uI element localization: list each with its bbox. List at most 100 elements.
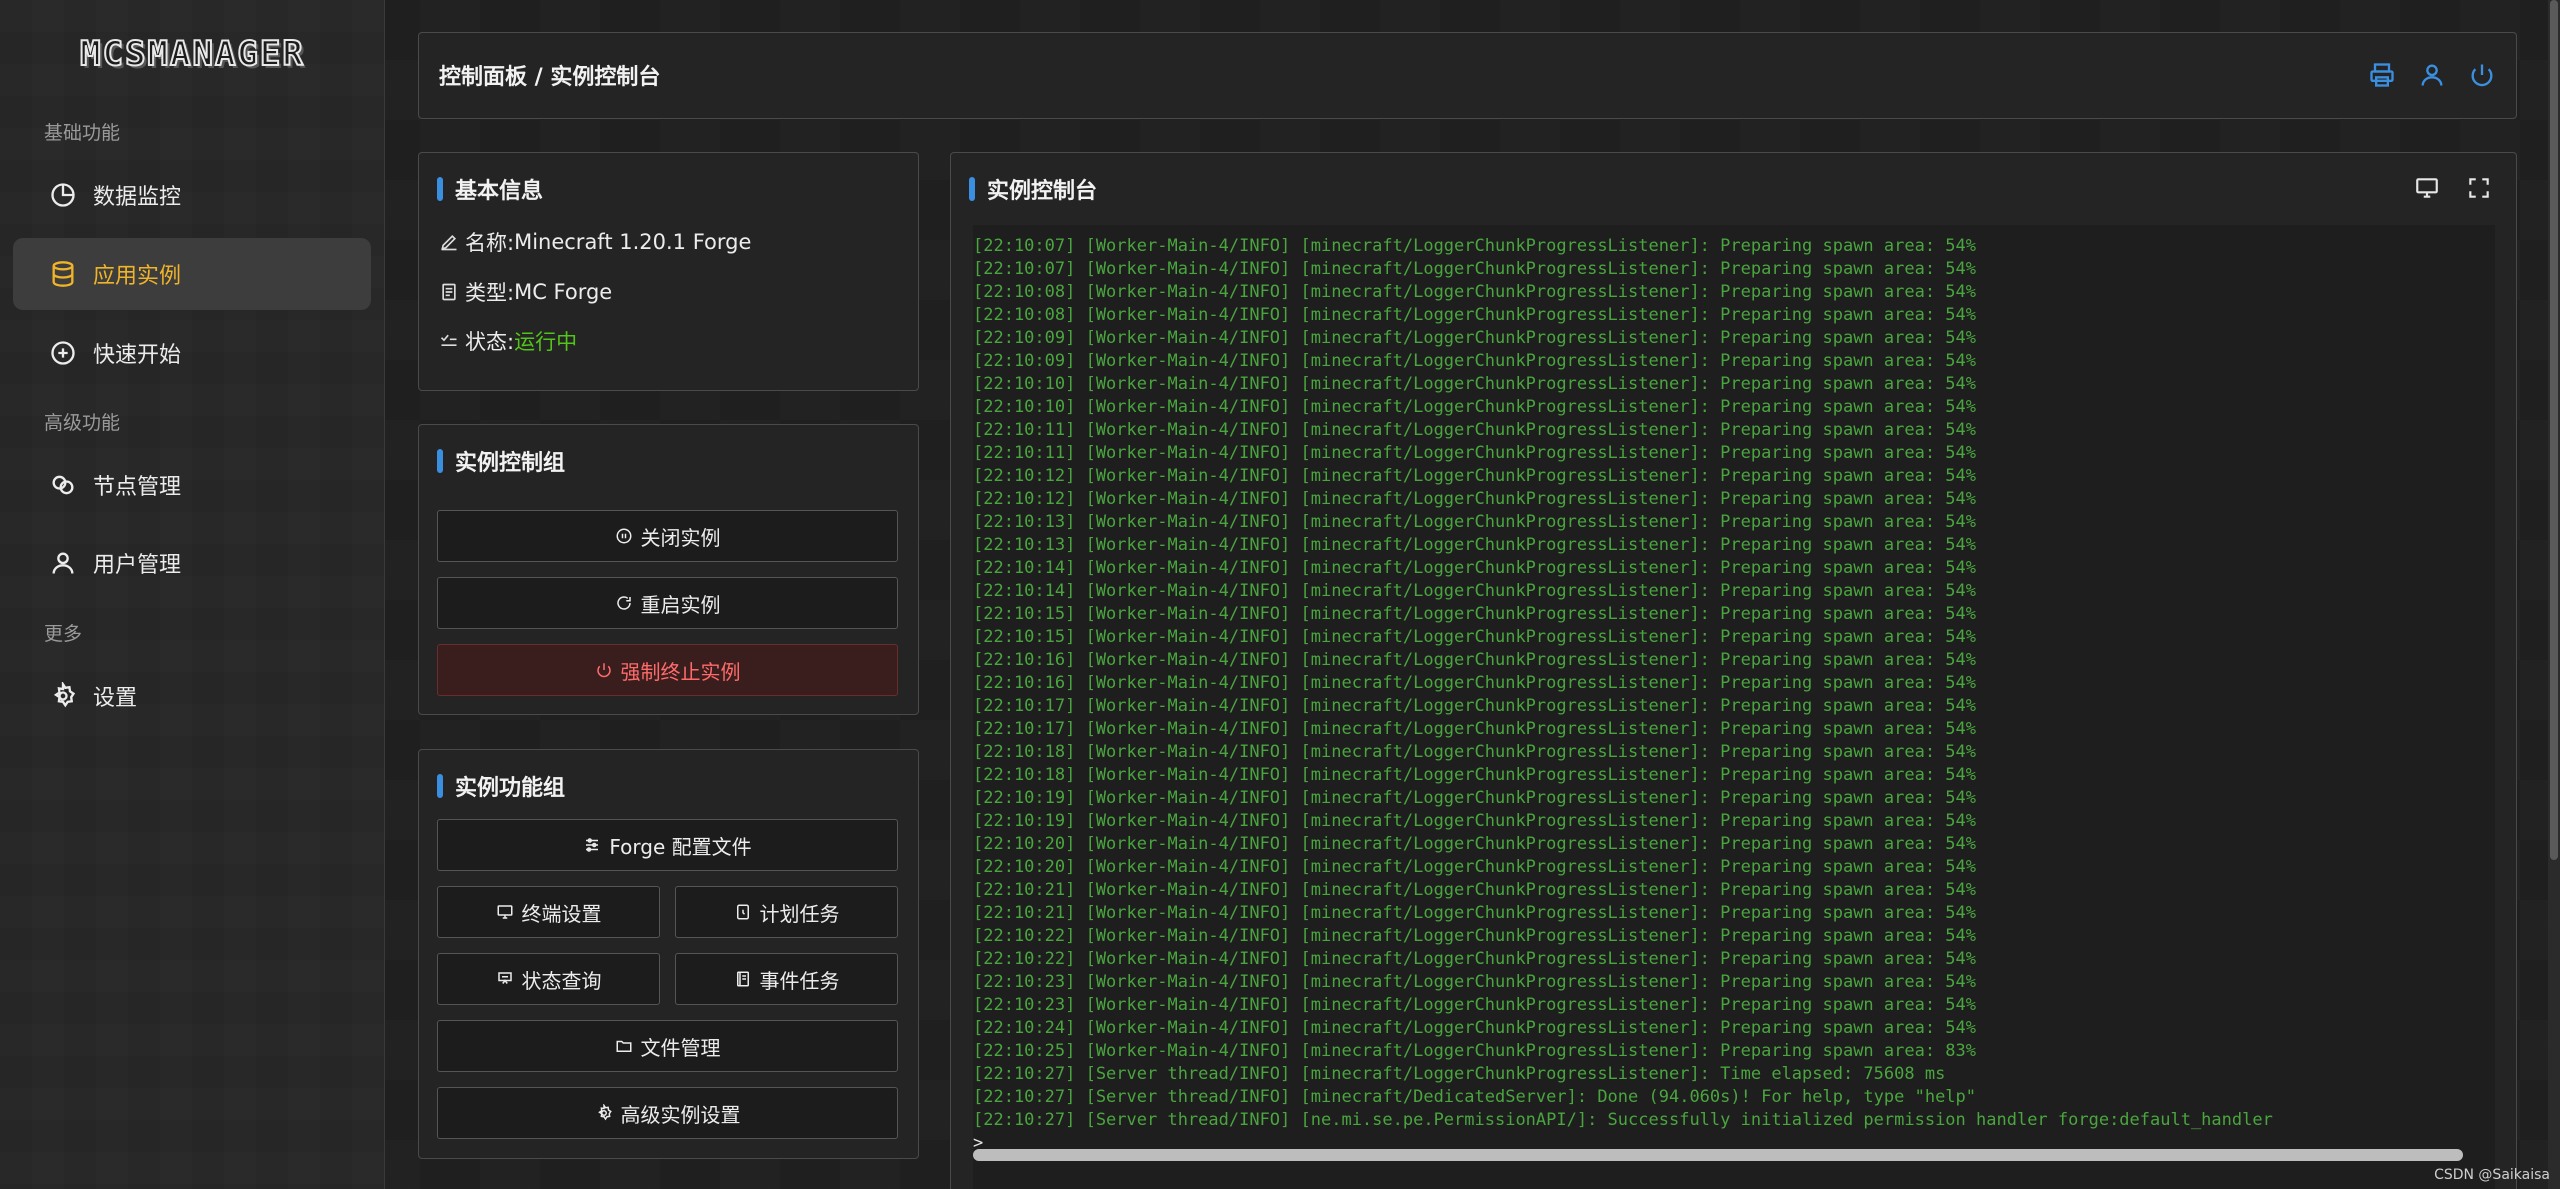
log-line: [22:10:12] [Worker-Main-4/INFO] [minecra… (973, 489, 1977, 509)
log-line: [22:10:27] [Server thread/INFO] [minecra… (973, 1064, 1946, 1084)
info-name-label: 名称: (465, 231, 515, 255)
console-card-title: 实例控制台 (969, 173, 1097, 205)
log-line: [22:10:11] [Worker-Main-4/INFO] [minecra… (973, 420, 1977, 440)
checklist-icon (440, 334, 457, 346)
info-name-value: Minecraft 1.20.1 Forge (514, 230, 752, 254)
log-line: [22:10:15] [Worker-Main-4/INFO] [minecra… (973, 627, 1977, 647)
forge-config-label: Forge 配置文件 (609, 834, 752, 859)
document-icon (442, 283, 456, 301)
status-badge: 运行中 (514, 330, 578, 354)
sidebar-item-label: 应用实例 (93, 264, 182, 289)
sidebar-item-monitor[interactable]: 数据监控 (13, 159, 371, 231)
nodes-icon (52, 475, 74, 495)
sidebar-item-label: 用户管理 (93, 553, 182, 578)
plus-circle-icon (51, 341, 75, 365)
sidebar-item-settings[interactable]: 设置 (13, 660, 371, 732)
control-card: 实例控制组 关闭实例 重启实例 强制终止实例 (418, 424, 919, 715)
section-basic: 基础功能 (44, 122, 121, 144)
functions-card-title: 实例功能组 (437, 770, 565, 802)
breadcrumb: 控制面板 / 实例控制台 (439, 65, 661, 90)
log-line: [22:10:18] [Worker-Main-4/INFO] [minecra… (973, 742, 1977, 762)
printer-icon[interactable] (2368, 61, 2396, 89)
log-line: [22:10:14] [Worker-Main-4/INFO] [minecra… (973, 581, 1977, 601)
log-line: [22:10:23] [Worker-Main-4/INFO] [minecra… (973, 972, 1977, 992)
log-line: [22:10:11] [Worker-Main-4/INFO] [minecra… (973, 443, 1977, 463)
log-line: [22:10:21] [Worker-Main-4/INFO] [minecra… (973, 880, 1977, 900)
log-line: [22:10:20] [Worker-Main-4/INFO] [minecra… (973, 857, 1977, 877)
log-line: [22:10:10] [Worker-Main-4/INFO] [minecra… (973, 374, 1977, 394)
log-line: [22:10:19] [Worker-Main-4/INFO] [minecra… (973, 811, 1977, 831)
sidebar-item-label: 节点管理 (93, 475, 182, 500)
advanced-settings-button[interactable]: 高级实例设置 (437, 1087, 898, 1139)
kill-instance-button[interactable]: 强制终止实例 (437, 644, 898, 696)
log-line: [22:10:17] [Worker-Main-4/INFO] [minecra… (973, 696, 1977, 716)
database-icon (52, 261, 74, 287)
log-line: [22:10:09] [Worker-Main-4/INFO] [minecra… (973, 328, 1977, 348)
sidebar: MCSMANAGER 基础功能 数据监控 应用实例 快速开始 高级功能 节点管理… (0, 0, 385, 1189)
info-type-label: 类型: (465, 281, 515, 305)
monitor-icon[interactable] (2414, 175, 2440, 205)
scheduled-tasks-button[interactable]: 计划任务 (675, 886, 898, 938)
sliders-icon (586, 838, 599, 852)
log-line: [22:10:27] [Server thread/INFO] [minecra… (973, 1087, 1977, 1107)
sidebar-item-label: 快速开始 (93, 343, 182, 368)
event-tasks-label: 事件任务 (759, 968, 840, 993)
gear-icon (597, 1104, 612, 1121)
scheduled-tasks-label: 计划任务 (759, 901, 840, 926)
sidebar-item-nodes[interactable]: 节点管理 (13, 449, 371, 521)
forge-config-button[interactable]: Forge 配置文件 (437, 819, 898, 871)
folder-icon (616, 1040, 631, 1052)
section-more: 更多 (44, 623, 83, 645)
info-type-value: MC Forge (514, 280, 613, 304)
info-type-row: 类型: MC Forge (439, 277, 612, 307)
log-line: [22:10:12] [Worker-Main-4/INFO] [minecra… (973, 466, 1977, 486)
status-query-button[interactable]: 状态查询 (437, 953, 660, 1005)
stop-instance-button[interactable]: 关闭实例 (437, 510, 898, 562)
log-line: [22:10:15] [Worker-Main-4/INFO] [minecra… (973, 604, 1977, 624)
timer-icon (736, 904, 749, 920)
edit-icon (441, 234, 457, 251)
monitor-icon (497, 905, 512, 919)
log-line: [22:10:22] [Worker-Main-4/INFO] [minecra… (973, 926, 1977, 946)
logo: MCSMANAGER (79, 33, 305, 75)
file-manager-button[interactable]: 文件管理 (437, 1020, 898, 1072)
log-line: [22:10:22] [Worker-Main-4/INFO] [minecra… (973, 949, 1977, 969)
fullscreen-icon[interactable] (2466, 175, 2492, 205)
console-actions (2414, 175, 2492, 205)
user-icon[interactable] (2418, 61, 2446, 89)
sidebar-item-users[interactable]: 用户管理 (13, 527, 371, 599)
power-icon[interactable] (2468, 61, 2496, 89)
log-line: [22:10:13] [Worker-Main-4/INFO] [minecra… (973, 535, 1977, 555)
log-line: [22:10:08] [Worker-Main-4/INFO] [minecra… (973, 305, 1977, 325)
scrollbar-thumb[interactable] (973, 1149, 2463, 1161)
log-line: [22:10:25] [Worker-Main-4/INFO] [minecra… (973, 1041, 1977, 1061)
app-root: MCSMANAGER 基础功能 数据监控 应用实例 快速开始 高级功能 节点管理… (0, 0, 2560, 1189)
sidebar-item-instances[interactable]: 应用实例 (13, 238, 371, 310)
log-line: [22:10:21] [Worker-Main-4/INFO] [minecra… (973, 903, 1977, 923)
log-line: [22:10:23] [Worker-Main-4/INFO] [minecra… (973, 995, 1977, 1015)
book-icon (736, 971, 749, 987)
event-tasks-button[interactable]: 事件任务 (675, 953, 898, 1005)
terminal-settings-button[interactable]: 终端设置 (437, 886, 660, 938)
page-scrollbar-thumb[interactable] (2550, 0, 2558, 860)
console-horizontal-scrollbar[interactable] (973, 1149, 2463, 1161)
console-output[interactable]: [22:10:07] [Worker-Main-4/INFO] [minecra… (973, 225, 2495, 1189)
log-line: [22:10:16] [Worker-Main-4/INFO] [minecra… (973, 673, 1977, 693)
log-line: [22:10:17] [Worker-Main-4/INFO] [minecra… (973, 719, 1977, 739)
info-status-row: 状态: 运行中 (439, 326, 577, 356)
console-card: 实例控制台 [22:10:07] [Worker-Main-4/INFO] [m… (950, 152, 2517, 1189)
log-lines: [22:10:07] [Worker-Main-4/INFO] [minecra… (973, 235, 2495, 1132)
log-line: [22:10:14] [Worker-Main-4/INFO] [minecra… (973, 558, 1977, 578)
restart-instance-button[interactable]: 重启实例 (437, 577, 898, 629)
header-bar: 控制面板 / 实例控制台 (418, 32, 2517, 119)
page-scrollbar[interactable] (2548, 0, 2560, 1189)
log-line: [22:10:09] [Worker-Main-4/INFO] [minecra… (973, 351, 1977, 371)
sidebar-item-label: 数据监控 (93, 185, 182, 210)
restart-instance-label: 重启实例 (640, 592, 721, 617)
functions-card: 实例功能组 Forge 配置文件 终端设置 计划任务 状态查询 事件任务 文件管… (418, 749, 919, 1159)
refresh-icon (616, 596, 631, 610)
file-manager-label: 文件管理 (640, 1035, 721, 1060)
user-icon (52, 552, 74, 574)
sidebar-item-quickstart[interactable]: 快速开始 (13, 317, 371, 389)
log-line: [22:10:24] [Worker-Main-4/INFO] [minecra… (973, 1018, 1977, 1038)
